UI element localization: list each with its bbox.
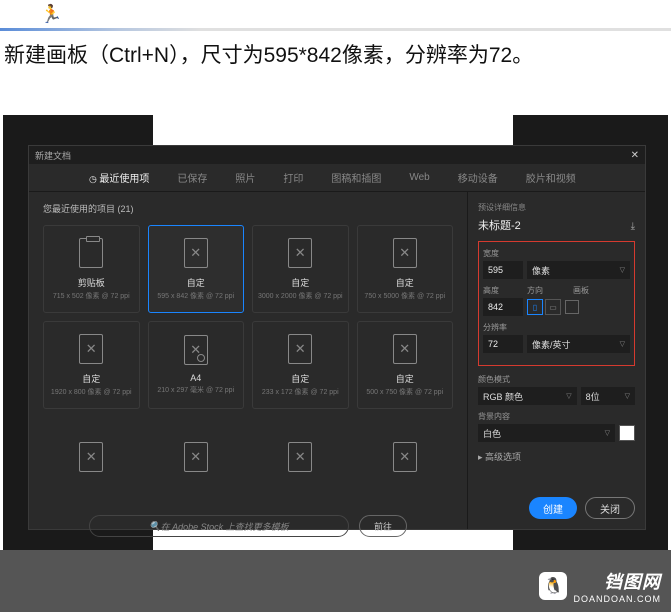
preset-name: 自定	[396, 276, 414, 289]
preset-icon: ✕	[184, 442, 208, 472]
tab-7[interactable]: 胶片和视频	[526, 164, 576, 191]
resolution-unit-select[interactable]: 像素/英寸▽	[527, 335, 630, 353]
preset-icon: ✕	[79, 334, 103, 364]
preset-dim: 595 x 842 像素 @ 72 ppi	[157, 291, 234, 301]
tab-5[interactable]: Web	[409, 166, 429, 189]
preset-4[interactable]: ✕ 自定 1920 x 800 像素 @ 72 ppi	[43, 321, 140, 409]
background-select[interactable]: 白色▽	[478, 424, 615, 442]
presets-panel: 您最近使用的项目 (21) 剪贴板 715 x 502 像素 @ 72 ppi ✕ 自…	[29, 192, 467, 529]
go-button[interactable]: 前往	[359, 515, 407, 537]
orientation-portrait[interactable]: ▯	[527, 299, 543, 315]
divider	[0, 28, 671, 31]
preset-icon: ✕	[79, 442, 103, 472]
preset-dim: 3000 x 2000 像素 @ 72 ppi	[258, 291, 343, 301]
preset-0[interactable]: 剪贴板 715 x 502 像素 @ 72 ppi	[43, 225, 140, 313]
preset-name: 自定	[82, 372, 100, 385]
preset-icon: ✕	[288, 238, 312, 268]
stock-search-input[interactable]: 🔍 在 Adobe Stock 上查找更多模板	[89, 515, 349, 537]
preset-icon	[79, 238, 103, 268]
preset-name: A4	[190, 373, 201, 383]
color-mode-select[interactable]: RGB 颜色▽	[478, 387, 577, 405]
preset-7[interactable]: ✕ 自定 500 x 750 像素 @ 72 ppi	[357, 321, 454, 409]
recent-label: 您最近使用的项目 (21)	[43, 202, 453, 215]
preset-name: 自定	[291, 372, 309, 385]
preset-dim: 233 x 172 像素 @ 72 ppi	[262, 387, 339, 397]
resolution-input[interactable]	[483, 335, 523, 353]
close-button[interactable]: 关闭	[585, 497, 635, 519]
category-tabs: 最近使用项 已保存 照片 打印 图稿和插图 Web 移动设备 胶片和视频	[29, 164, 645, 192]
create-button[interactable]: 创建	[529, 497, 577, 519]
workspace: 新建文档 ✕ 最近使用项 已保存 照片 打印 图稿和插图 Web 移动设备 胶片和视频 您最近…	[3, 115, 668, 550]
bit-depth-select[interactable]: 8位▽	[581, 387, 635, 405]
preset-icon: ✕	[288, 442, 312, 472]
watermark-en: DOANDOAN.COM	[573, 594, 661, 604]
width-label: 宽度	[483, 248, 630, 259]
preset-icon: ✕	[393, 334, 417, 364]
new-document-dialog: 新建文档 ✕ 最近使用项 已保存 照片 打印 图稿和插图 Web 移动设备 胶片和视频 您最近…	[28, 145, 646, 530]
dialog-titlebar: 新建文档 ✕	[29, 146, 645, 164]
tab-2[interactable]: 照片	[235, 164, 255, 191]
preset-3[interactable]: ✕ 自定 750 x 5000 像素 @ 72 ppi	[357, 225, 454, 313]
orientation-label: 方向	[527, 285, 569, 296]
preset-6[interactable]: ✕ 自定 233 x 172 像素 @ 72 ppi	[252, 321, 349, 409]
close-icon[interactable]: ✕	[631, 150, 639, 161]
tab-4[interactable]: 图稿和插图	[331, 164, 381, 191]
runner-icon: 🏃	[40, 4, 62, 25]
preset-dim: 715 x 502 像素 @ 72 ppi	[53, 291, 130, 301]
height-input[interactable]	[483, 298, 523, 316]
background-label: 背景内容	[478, 411, 635, 422]
preset-8[interactable]: ✕	[43, 417, 140, 505]
tab-1[interactable]: 已保存	[177, 164, 207, 191]
preset-dim: 500 x 750 像素 @ 72 ppi	[366, 387, 443, 397]
resolution-label: 分辨率	[483, 322, 630, 333]
preset-dim: 1920 x 800 像素 @ 72 ppi	[51, 387, 132, 397]
width-input[interactable]	[483, 261, 523, 279]
tab-3[interactable]: 打印	[283, 164, 303, 191]
preset-icon: ✕	[393, 238, 417, 268]
preset-name: 自定	[187, 276, 205, 289]
preset-icon: ✕	[393, 442, 417, 472]
preset-icon: ✕	[288, 334, 312, 364]
height-label: 高度	[483, 285, 523, 296]
document-name[interactable]: 未标题-2	[478, 217, 521, 233]
preset-icon: ✕	[184, 238, 208, 268]
watermark: 🐧 铛图网 DOANDOAN.COM	[539, 568, 661, 604]
preset-11[interactable]: ✕	[357, 417, 454, 505]
dialog-title: 新建文档	[35, 149, 71, 162]
details-header: 预设详细信息	[478, 202, 635, 213]
preset-10[interactable]: ✕	[252, 417, 349, 505]
tab-6[interactable]: 移动设备	[458, 164, 498, 191]
orientation-landscape[interactable]: ▭	[545, 299, 561, 315]
preset-name: 自定	[396, 372, 414, 385]
tab-0[interactable]: 最近使用项	[89, 164, 149, 191]
preset-1[interactable]: ✕ 自定 595 x 842 像素 @ 72 ppi	[148, 225, 245, 313]
save-preset-icon[interactable]: ⤓	[631, 221, 635, 232]
artboard-checkbox[interactable]	[565, 300, 579, 314]
advanced-options-toggle[interactable]: ▸ 高级选项	[478, 450, 635, 463]
preset-grid: 剪贴板 715 x 502 像素 @ 72 ppi ✕ 自定 595 x 842 像素 …	[43, 225, 453, 505]
preset-9[interactable]: ✕	[148, 417, 245, 505]
preset-dim: 210 x 297 毫米 @ 72 ppi	[157, 385, 234, 395]
preset-name: 剪贴板	[78, 276, 105, 289]
watermark-cn: 铛图网	[604, 568, 661, 594]
color-mode-label: 颜色模式	[478, 374, 635, 385]
watermark-icon: 🐧	[539, 572, 567, 600]
highlighted-settings: 宽度 像素▽ 高度 方向 画板 ▯ ▭	[478, 241, 635, 366]
preset-5[interactable]: ✕ A4 210 x 297 毫米 @ 72 ppi	[148, 321, 245, 409]
details-panel: 预设详细信息 未标题-2 ⤓ 宽度 像素▽ 高度 方向 画板	[467, 192, 645, 529]
preset-dim: 750 x 5000 像素 @ 72 ppi	[364, 291, 445, 301]
preset-icon: ✕	[184, 335, 208, 365]
width-unit-select[interactable]: 像素▽	[527, 261, 630, 279]
instruction-text: 新建画板（Ctrl+N），尺寸为595*842像素，分辨率为72。	[4, 40, 667, 72]
preset-2[interactable]: ✕ 自定 3000 x 2000 像素 @ 72 ppi	[252, 225, 349, 313]
preset-name: 自定	[291, 276, 309, 289]
artboard-label: 画板	[573, 285, 589, 296]
background-swatch[interactable]	[619, 425, 635, 441]
